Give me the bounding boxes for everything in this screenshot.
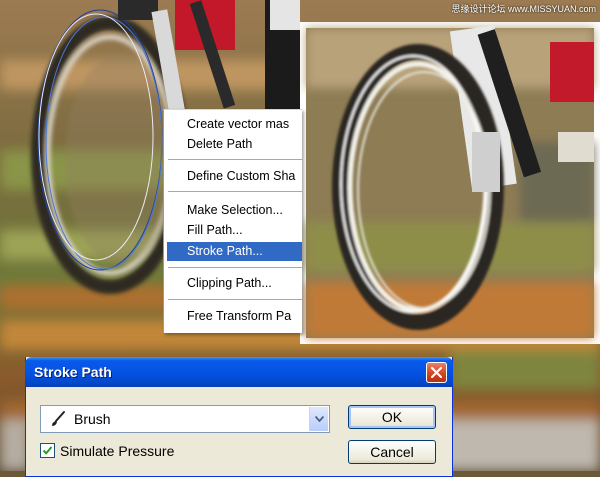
menu-item-fill-path[interactable]: Fill Path...	[164, 221, 302, 240]
menu-separator	[168, 299, 302, 300]
dialog-titlebar[interactable]: Stroke Path	[25, 357, 453, 387]
menu-item-stroke-path[interactable]: Stroke Path...	[167, 242, 302, 261]
select-dropdown-button[interactable]	[309, 407, 328, 431]
simulate-pressure-checkbox[interactable]	[40, 443, 55, 458]
menu-separator	[168, 159, 302, 160]
menu-item-free-transform-path[interactable]: Free Transform Pa	[164, 307, 302, 326]
menu-separator	[168, 191, 302, 192]
menu-separator	[168, 267, 302, 268]
preview-image	[306, 25, 594, 338]
close-icon	[430, 366, 443, 379]
menu-item-create-vector-mask[interactable]: Create vector mas	[164, 115, 302, 134]
stroke-path-dialog: Stroke Path Brush Simulate Pressure OK C…	[25, 357, 453, 477]
menu-item-make-selection[interactable]: Make Selection...	[164, 201, 302, 220]
cancel-button[interactable]: Cancel	[348, 440, 436, 464]
menu-item-clipping-path[interactable]: Clipping Path...	[164, 274, 302, 293]
chevron-down-icon	[315, 416, 324, 422]
simulate-pressure-label[interactable]: Simulate Pressure	[60, 443, 174, 459]
path-context-menu: Create vector mas Delete Path Define Cus…	[163, 109, 302, 333]
dialog-title: Stroke Path	[34, 364, 112, 380]
checkmark-icon	[42, 446, 53, 455]
tool-select[interactable]: Brush	[40, 405, 330, 433]
preview-inset	[300, 22, 600, 344]
brush-icon	[52, 411, 65, 426]
menu-item-delete-path[interactable]: Delete Path	[164, 135, 302, 154]
close-button[interactable]	[426, 362, 447, 383]
tool-select-value: Brush	[74, 411, 111, 427]
menu-item-define-custom-shape[interactable]: Define Custom Sha	[164, 167, 302, 186]
ok-button[interactable]: OK	[348, 405, 436, 429]
watermark: 思缘设计论坛 www.MISSYUAN.com	[451, 4, 596, 14]
